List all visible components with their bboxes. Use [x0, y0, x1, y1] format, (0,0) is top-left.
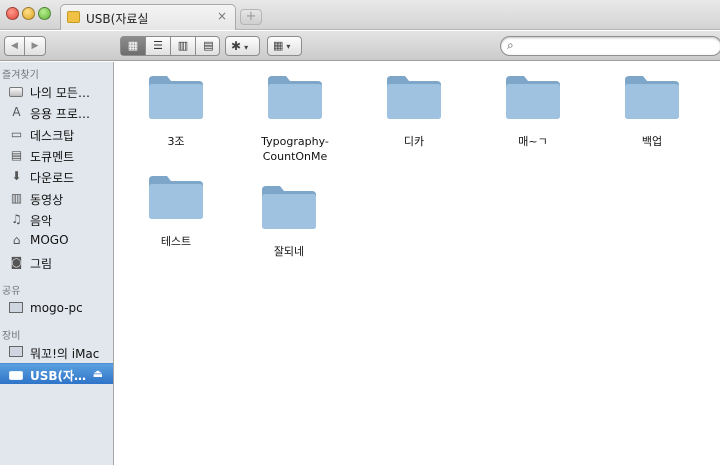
folder-icon: [387, 76, 441, 119]
tab-title: USB(자료실: [86, 12, 149, 26]
sidebar-item-home[interactable]: ⌂ MOGO: [0, 230, 113, 251]
usb-drive-icon: [9, 367, 24, 382]
favorites-header: 즐겨찾기: [2, 70, 39, 81]
sidebar-item-usb[interactable]: USB(자… ⏏: [0, 363, 113, 384]
zoom-window-button[interactable]: [38, 7, 51, 20]
downloads-icon: ⬇: [11, 169, 22, 183]
folder-item[interactable]: 테스트: [121, 174, 231, 270]
sidebar-item-downloads[interactable]: ⬇ 다운로드: [0, 166, 113, 187]
sidebar-item-music[interactable]: ♫ 음악: [0, 209, 113, 230]
folder-icon: [149, 176, 203, 219]
new-tab-button[interactable]: +: [240, 9, 262, 25]
sidebar-item-label: 도큐멘트: [30, 150, 75, 164]
sidebar-item-label: mogo-pc: [30, 301, 83, 315]
folder-name: Typography- CountOnMe: [261, 135, 329, 163]
sidebar-item-label: 다운로드: [30, 171, 75, 185]
folder-name: 3조: [167, 135, 185, 148]
home-icon: ⌂: [12, 233, 21, 247]
folder-item[interactable]: 3조: [121, 74, 231, 170]
documents-icon: ▤: [10, 148, 23, 162]
gear-icon: ✱: [231, 39, 242, 53]
sidebar-item-pictures[interactable]: ◙ 그림: [0, 252, 113, 273]
folder-name: 테스트: [160, 235, 192, 248]
sidebar-item-label: 뭐꼬!의 iMac: [30, 347, 100, 361]
folder-name: 잘되네: [273, 245, 305, 258]
sidebar-item-documents[interactable]: ▤ 도큐멘트: [0, 145, 113, 166]
search-icon: ⌕: [507, 38, 514, 52]
sidebar-item-label: MOGO: [30, 233, 69, 247]
list-view-button[interactable]: ☰: [146, 37, 171, 55]
chevron-down-icon: ▾: [286, 42, 291, 51]
movies-icon: ▥: [10, 191, 23, 205]
folder-icon: [262, 186, 316, 229]
all-files-icon: [9, 84, 24, 99]
folder-icon: [268, 76, 322, 119]
sidebar-item-desktop[interactable]: ▭ 데스크탑: [0, 124, 113, 145]
back-forward-control: ◀ ▶: [4, 36, 46, 56]
minimize-window-button[interactable]: [22, 7, 35, 20]
folder-name: 백업: [641, 135, 663, 148]
sidebar-item-all-files[interactable]: 나의 모든…: [0, 81, 113, 102]
arrange-menu-button[interactable]: ▦ ▾: [267, 36, 302, 56]
network-computer-icon: [9, 301, 24, 316]
action-menu-button[interactable]: ✱ ▾: [225, 36, 260, 56]
sidebar: 즐겨찾기 나의 모든… A 응용 프로… ▭ 데스크탑 ▤ 도큐멘트 ⬇ 다운로…: [0, 62, 114, 465]
forward-button[interactable]: ▶: [25, 37, 45, 55]
sidebar-item-label: 음악: [30, 214, 53, 228]
sidebar-item-mogo-pc[interactable]: mogo-pc: [0, 298, 113, 319]
imac-icon: [9, 345, 24, 360]
search-field[interactable]: ⌕: [500, 36, 720, 56]
back-button[interactable]: ◀: [5, 37, 25, 55]
chevron-down-icon: ▾: [244, 43, 249, 52]
music-icon: ♫: [11, 212, 22, 226]
sidebar-item-label: 그림: [30, 257, 53, 271]
sidebar-item-label: 나의 모든…: [30, 86, 90, 100]
sidebar-item-applications[interactable]: A 응용 프로…: [0, 102, 113, 123]
icon-view-button[interactable]: ▦: [121, 37, 146, 55]
folder-item[interactable]: 디카: [359, 74, 469, 170]
folder-name: 매~ㄱ: [518, 135, 548, 148]
sidebar-item-label: 동영상: [30, 193, 64, 207]
tab-close-icon[interactable]: ×: [217, 9, 227, 23]
column-view-button[interactable]: ▥: [171, 37, 196, 55]
folder-item[interactable]: 잘되네: [234, 184, 344, 280]
desktop-icon: ▭: [10, 127, 23, 141]
drive-icon: [67, 11, 80, 23]
folder-item[interactable]: Typography- CountOnMe: [240, 74, 350, 170]
folder-item[interactable]: 매~ㄱ: [478, 74, 588, 170]
folder-icon: [625, 76, 679, 119]
applications-icon: A: [12, 105, 21, 119]
file-browser-content: 3조 Typography- CountOnMe 디카 매~ㄱ 백업 테스트 잘…: [115, 62, 720, 465]
view-mode-control: ▦ ☰ ▥ ▤: [120, 36, 220, 56]
tab-usb[interactable]: USB(자료실 ×: [60, 4, 236, 30]
cover-flow-button[interactable]: ▤: [196, 37, 221, 55]
close-window-button[interactable]: [6, 7, 19, 20]
sidebar-item-imac[interactable]: 뭐꼬!의 iMac: [0, 342, 113, 363]
pictures-icon: ◙: [10, 255, 23, 269]
eject-icon[interactable]: ⏏: [93, 367, 103, 380]
folder-icon: [149, 76, 203, 119]
search-input[interactable]: [521, 38, 711, 54]
sidebar-item-movies[interactable]: ▥ 동영상: [0, 188, 113, 209]
sidebar-item-label: 데스크탑: [30, 129, 75, 143]
devices-header: 장비: [2, 331, 21, 342]
shared-header: 공유: [2, 286, 21, 297]
sidebar-item-label: 응용 프로…: [30, 107, 90, 121]
title-bar: USB(자료실 × +: [0, 0, 720, 30]
arrange-icon: ▦: [273, 39, 284, 52]
sidebar-item-label: USB(자…: [30, 369, 87, 383]
folder-item[interactable]: 백업: [597, 74, 707, 170]
folder-icon: [506, 76, 560, 119]
folder-name: 디카: [403, 135, 425, 148]
